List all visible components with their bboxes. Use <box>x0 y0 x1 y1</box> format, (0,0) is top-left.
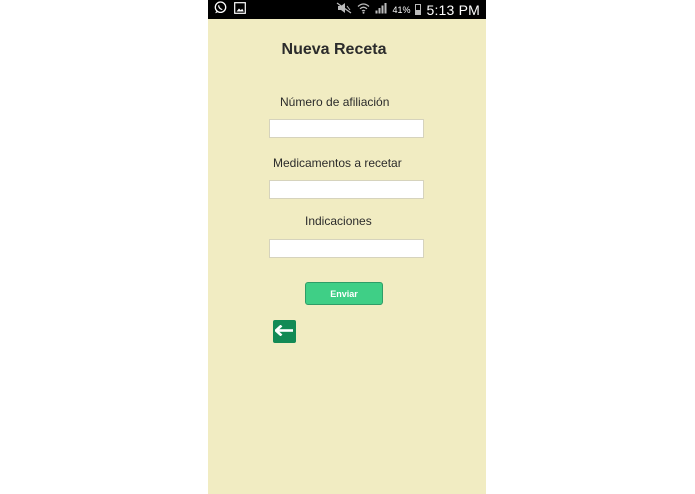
page-title: Nueva Receta <box>281 41 387 58</box>
back-button[interactable] <box>273 320 296 343</box>
affiliation-number-label: Número de afiliación <box>280 95 390 109</box>
battery-percentage: 41% <box>392 4 411 15</box>
wifi-icon <box>357 2 370 17</box>
status-bar: 41% 5:13 PM <box>208 0 486 19</box>
instructions-label: Indicaciones <box>305 214 372 228</box>
gallery-icon <box>234 1 246 19</box>
battery-fill <box>416 10 421 14</box>
clock: 5:13 PM <box>426 1 480 18</box>
status-bar-system: 41% 5:13 PM <box>336 0 480 19</box>
arrow-left-icon <box>274 323 294 341</box>
battery-icon <box>415 4 422 15</box>
send-button[interactable]: Enviar <box>305 282 383 305</box>
instructions-input[interactable] <box>269 239 424 258</box>
affiliation-number-input[interactable] <box>269 119 424 138</box>
signal-icon <box>375 2 387 17</box>
medications-input[interactable] <box>269 180 424 199</box>
mute-icon <box>336 2 352 17</box>
status-bar-notifications <box>214 0 246 19</box>
phone-screen: 41% 5:13 PM Nueva Receta Número de afili… <box>208 0 486 494</box>
medications-label: Medicamentos a recetar <box>273 156 402 170</box>
whatsapp-icon <box>214 0 227 19</box>
